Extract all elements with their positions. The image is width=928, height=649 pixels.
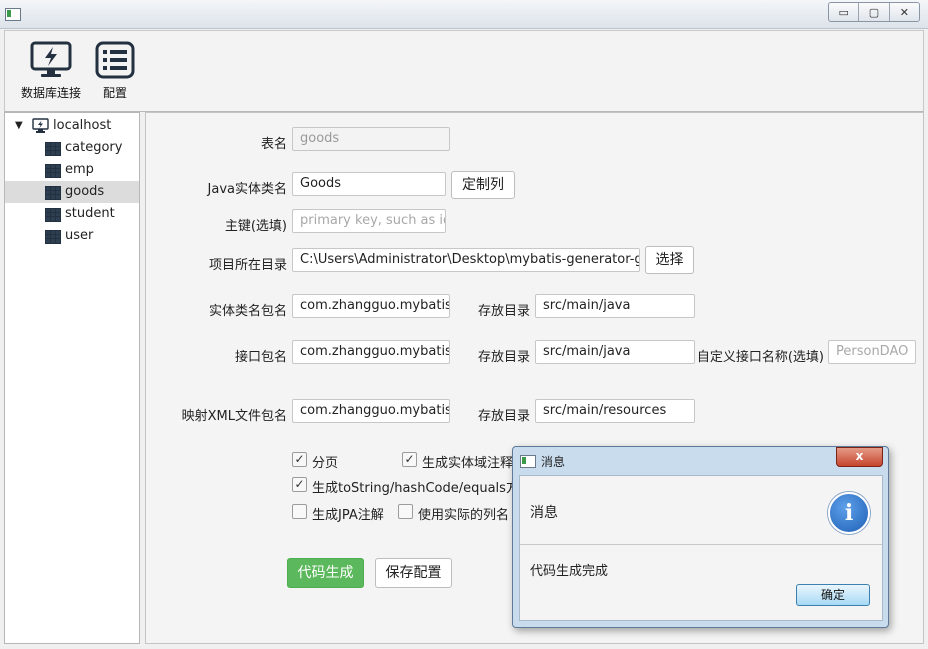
tostring-checkbox[interactable]: ✓ (292, 477, 307, 492)
restore-button[interactable]: ▢ (859, 3, 890, 21)
expand-arrow-icon[interactable]: ▼ (15, 115, 23, 137)
generate-code-button[interactable]: 代码生成 (287, 558, 364, 588)
config-list-icon (95, 41, 135, 79)
primary-key-field[interactable]: primary key, such as id (292, 209, 446, 233)
dialog-app-icon (520, 455, 536, 468)
ok-button[interactable]: 确定 (796, 584, 870, 606)
entity-comment-label: 生成实体域注释( (422, 456, 519, 471)
table-icon (45, 230, 61, 244)
tree-table-item[interactable]: user (5, 225, 139, 247)
actual-column-name-checkbox[interactable] (398, 504, 413, 519)
table-icon (45, 186, 61, 200)
project-dir-field[interactable]: C:\Users\Administrator\Desktop\mybatis-g… (292, 248, 640, 272)
dao-package-field[interactable]: com.zhangguo.mybatis0 (292, 340, 450, 364)
dialog-titlebar: 消息 x (513, 447, 888, 473)
window-controls: ▭ ▢ ✕ (828, 2, 920, 22)
entity-comment-checkbox[interactable]: ✓ (402, 452, 417, 467)
entity-name-field[interactable]: Goods (292, 172, 446, 196)
table-name-field[interactable]: goods (292, 127, 450, 151)
tree-table-label: category (65, 140, 123, 155)
database-connection-icon (30, 41, 72, 77)
custom-columns-button[interactable]: 定制列 (451, 171, 515, 199)
tree-table-item[interactable]: student (5, 203, 139, 225)
pagination-label: 分页 (312, 456, 339, 471)
database-connection-button[interactable]: 数据库连接 (19, 41, 83, 101)
config-label: 配置 (102, 86, 127, 100)
info-icon: i (828, 492, 870, 534)
tree-table-item[interactable]: category (5, 137, 139, 159)
table-icon (45, 142, 61, 156)
jpa-annotation-checkbox[interactable] (292, 504, 307, 519)
toolbar: 数据库连接 配置 (4, 30, 924, 112)
tree-table-label: goods (65, 184, 105, 199)
model-package-label: 实体类名包名 (208, 304, 287, 319)
table-icon (45, 208, 61, 222)
custom-dao-name-field[interactable]: PersonDAO (828, 340, 916, 364)
tree-table-label: user (65, 228, 94, 243)
actual-column-name-label: 使用实际的列名 (418, 508, 510, 523)
project-dir-label: 项目所在目录 (208, 258, 287, 273)
entity-name-label: Java实体类名 (207, 182, 287, 197)
dialog-body: 消息 i 代码生成完成 确定 (519, 475, 883, 621)
custom-dao-name-label: 自定义接口名称(选填) (696, 350, 824, 365)
xml-dir-field[interactable]: src/main/resources (535, 399, 695, 423)
xml-package-field[interactable]: com.zhangguo.mybatis0 (292, 399, 450, 423)
config-button[interactable]: 配置 (93, 41, 137, 101)
message-dialog: 消息 x 消息 i 代码生成完成 确定 (512, 446, 889, 628)
minimize-button[interactable]: ▭ (829, 3, 860, 21)
database-connection-icon (32, 118, 49, 133)
choose-dir-button[interactable]: 选择 (645, 246, 694, 274)
dao-dir-field[interactable]: src/main/java (535, 340, 695, 364)
dialog-close-button[interactable]: x (836, 447, 883, 467)
dialog-header: 消息 (530, 505, 558, 521)
pagination-checkbox[interactable]: ✓ (292, 452, 307, 467)
app-icon (5, 8, 21, 21)
jpa-annotation-label: 生成JPA注解 (312, 508, 384, 523)
dialog-message: 代码生成完成 (530, 564, 609, 579)
close-window-button[interactable]: ✕ (890, 3, 919, 21)
tree-table-label: emp (65, 162, 94, 177)
save-config-button[interactable]: 保存配置 (375, 558, 452, 588)
database-connection-label: 数据库连接 (20, 86, 81, 100)
tree-root-localhost[interactable]: ▼ localhost (5, 115, 139, 137)
model-dir-label: 存放目录 (477, 304, 530, 319)
window-titlebar: ▭ ▢ ✕ (0, 0, 928, 29)
model-package-field[interactable]: com.zhangguo.mybatis0 (292, 294, 450, 318)
primary-key-label: 主键(选填) (224, 219, 287, 234)
tostring-label: 生成toString/hashCode/equals方法 (312, 481, 532, 496)
xml-package-label: 映射XML文件包名 (181, 409, 287, 424)
tree-table-label: student (65, 206, 115, 221)
tree-table-item[interactable]: emp (5, 159, 139, 181)
dao-package-label: 接口包名 (234, 350, 287, 365)
xml-dir-label: 存放目录 (477, 409, 530, 424)
table-tree: ▼ localhost category emp goods student u… (4, 112, 140, 644)
model-dir-field[interactable]: src/main/java (535, 294, 695, 318)
table-icon (45, 164, 61, 178)
dialog-divider (520, 544, 882, 545)
tree-root-label: localhost (53, 118, 112, 133)
tree-table-item-selected[interactable]: goods (5, 181, 139, 203)
dialog-title: 消息 (541, 455, 566, 469)
table-name-label: 表名 (260, 137, 287, 152)
dao-dir-label: 存放目录 (477, 350, 530, 365)
